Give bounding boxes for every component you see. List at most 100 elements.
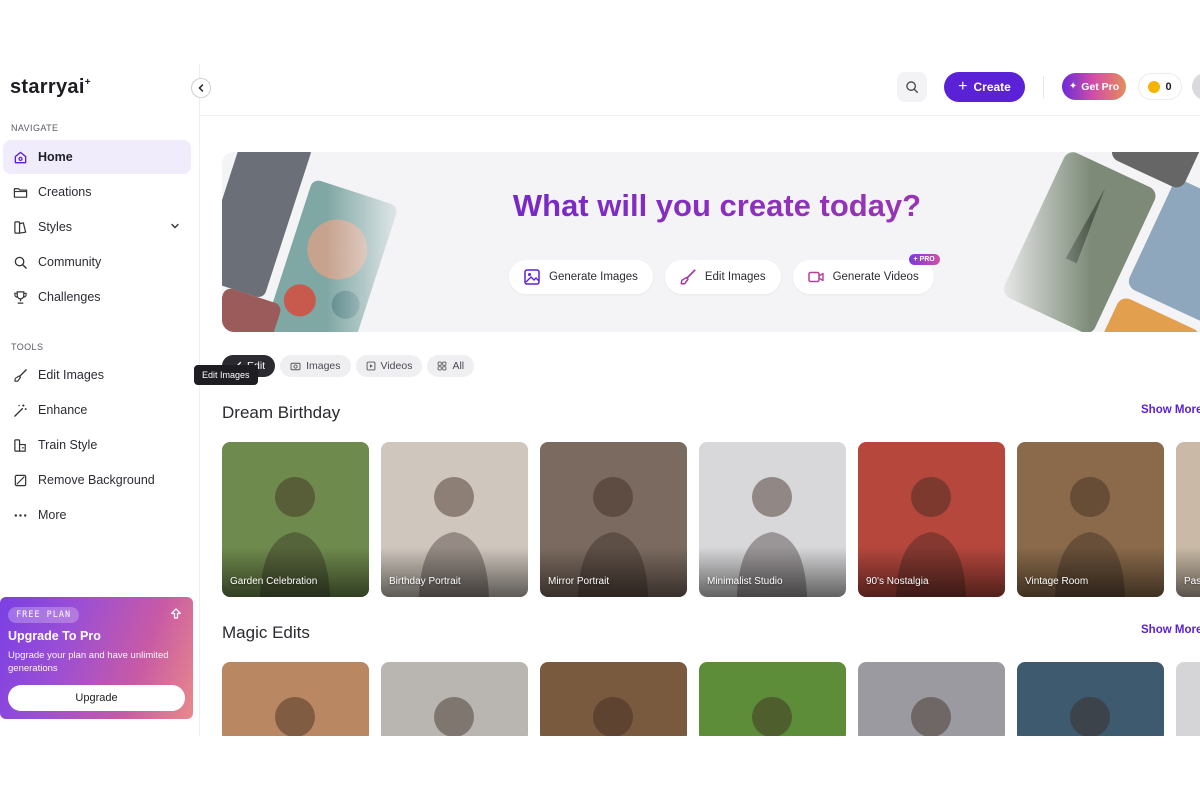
template-card[interactable]: 90's Nostalgia (858, 442, 1005, 597)
filter-chip-all[interactable]: All (427, 355, 475, 377)
template-card[interactable]: Garden Celebration (222, 442, 369, 597)
hero-banner: What will you create today? Generate Ima… (222, 152, 1200, 332)
filter-chip-images[interactable]: Images (280, 355, 351, 377)
pro-badge: + PRO (908, 254, 940, 265)
sidebar-item-label: Enhance (38, 403, 88, 417)
card-caption: Minimalist Studio (707, 576, 783, 587)
card-caption: Birthday Portrait (389, 576, 461, 587)
search-icon (906, 81, 918, 93)
sidebar-item-label: Creations (38, 185, 92, 199)
plus-icon: + (958, 78, 968, 95)
template-card[interactable] (1176, 662, 1200, 736)
template-card[interactable] (1017, 662, 1164, 736)
sidebar-item-remove-background[interactable]: Remove Background (3, 463, 191, 497)
brush-icon (11, 366, 29, 384)
sparkle-icon: ✦ (1068, 81, 1078, 92)
search-button[interactable] (897, 72, 927, 102)
grid-icon (437, 361, 447, 371)
section-title: Dream Birthday (222, 403, 341, 422)
brush-icon (679, 268, 697, 286)
sidebar-item-community[interactable]: Community (3, 245, 191, 279)
sidebar-item-label: Train Style (38, 438, 98, 452)
generate-videos-button[interactable]: Generate Videos + PRO (792, 254, 940, 294)
sidebar-item-home[interactable]: Home (3, 140, 191, 174)
search-icon (11, 253, 29, 271)
card-caption: Pas (1184, 576, 1200, 587)
template-card[interactable] (858, 662, 1005, 736)
edit-images-button[interactable]: Edit Images (664, 260, 781, 294)
sidebar-item-styles[interactable]: Styles (3, 210, 191, 244)
sidebar-item-label: Edit Images (38, 368, 105, 382)
avatar[interactable] (1192, 73, 1200, 100)
sidebar-item-edit-images[interactable]: Edit Images (3, 358, 191, 392)
sidebar-item-enhance[interactable]: Enhance (3, 393, 191, 427)
generate-images-button[interactable]: Generate Images (509, 260, 653, 294)
card-shade (1176, 547, 1200, 597)
create-button[interactable]: + Create (944, 72, 1025, 102)
image-icon (523, 268, 541, 286)
filter-chip-videos[interactable]: Videos (355, 355, 423, 377)
sidebar-item-creations[interactable]: Creations (3, 175, 191, 209)
filter-chips: Edit Images Videos All (222, 355, 475, 377)
template-row: Garden Celebration Birthday Portrait Mirro… (222, 442, 1200, 597)
template-card[interactable]: Minimalist Studio (699, 442, 846, 597)
show-more-link[interactable]: Show More (1141, 404, 1200, 416)
card-shade (540, 547, 687, 597)
collapse-sidebar-button[interactable] (191, 78, 211, 98)
camera-icon (290, 361, 301, 371)
upgrade-button[interactable]: Upgrade (8, 685, 185, 711)
app-logo[interactable]: starryai+ (10, 76, 91, 99)
card-thumbnail (434, 697, 474, 736)
video-icon (807, 268, 825, 286)
hero-title: What will you create today? (222, 188, 1200, 224)
card-caption: Garden Celebration (230, 576, 318, 587)
free-plan-badge: FREE PLAN (8, 607, 80, 623)
app-window: starryai+ NAVIGATE Home Creations Styles (0, 64, 1200, 736)
hero-art-right (992, 152, 1200, 332)
chevron-left-icon (198, 84, 204, 92)
styles-icon (11, 218, 29, 236)
template-card[interactable]: Birthday Portrait (381, 442, 528, 597)
hero-actions: Generate Images Edit Images Generate Vid… (509, 254, 940, 294)
chevron-down-icon[interactable] (169, 220, 181, 235)
show-more-link[interactable]: Show More (1141, 624, 1200, 636)
template-card[interactable] (381, 662, 528, 736)
card-thumbnail (752, 697, 792, 736)
sidebar-item-challenges[interactable]: Challenges (3, 280, 191, 314)
divider (1043, 76, 1044, 98)
sidebar-item-train-style[interactable]: Train Style (3, 428, 191, 462)
sidebar-item-label: Challenges (38, 290, 101, 304)
card-thumbnail (593, 697, 633, 736)
upgrade-card: FREE PLAN Upgrade To Pro Upgrade your pl… (0, 597, 193, 719)
sidebar-item-label: More (38, 508, 67, 522)
folder-icon (11, 183, 29, 201)
get-pro-button[interactable]: ✦ Get Pro (1062, 73, 1126, 100)
train-style-icon (11, 436, 29, 454)
tooltip: Edit Images (194, 365, 258, 385)
template-card[interactable] (699, 662, 846, 736)
template-card[interactable] (222, 662, 369, 736)
sidebar-item-label: Home (38, 150, 73, 164)
card-thumbnail (1070, 697, 1110, 736)
coin-icon (1148, 80, 1161, 93)
card-shade (858, 547, 1005, 597)
card-shade (1017, 547, 1164, 597)
play-icon (366, 361, 376, 371)
template-card[interactable]: Pas (1176, 442, 1200, 597)
magic-wand-icon (11, 401, 29, 419)
card-thumbnail (275, 697, 315, 736)
more-icon (11, 506, 29, 524)
tools-section-title: TOOLS (11, 342, 44, 352)
sidebar-item-label: Community (38, 255, 102, 269)
sidebar-item-label: Remove Background (38, 473, 155, 487)
template-card[interactable] (540, 662, 687, 736)
sidebar-item-label: Styles (38, 220, 73, 234)
sidebar-item-more[interactable]: More (3, 498, 191, 532)
card-thumbnail (1176, 662, 1200, 736)
upgrade-arrow-icon (169, 607, 183, 626)
home-icon (11, 148, 29, 166)
template-card[interactable]: Vintage Room (1017, 442, 1164, 597)
template-row (222, 662, 1200, 736)
coin-balance[interactable]: 0 (1138, 73, 1182, 100)
template-card[interactable]: Mirror Portrait (540, 442, 687, 597)
